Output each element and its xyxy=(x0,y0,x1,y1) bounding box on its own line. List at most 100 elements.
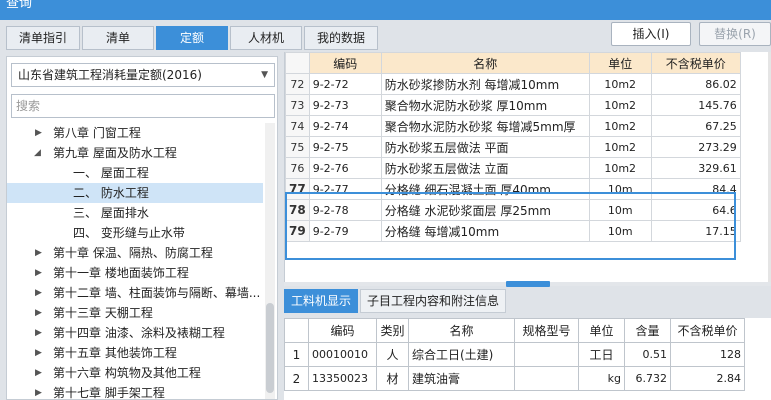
expand-arrow-icon[interactable]: ▶ xyxy=(35,383,42,400)
tree-item[interactable]: ▶ 第十三章 天棚工程 xyxy=(7,303,263,323)
expand-arrow-icon[interactable]: ▶ xyxy=(35,123,42,143)
tree-scrollbar[interactable] xyxy=(265,123,275,399)
unit-cell: 10m2 xyxy=(588,94,652,116)
insert-button[interactable]: 插入(I) xyxy=(611,22,691,46)
expand-arrow-icon[interactable]: ▶ xyxy=(35,343,42,363)
left-panel: 山东省建筑工程消耗量定额(2016) ▼ ▶第八章 门窗工程 ◢第九章 屋面及防… xyxy=(6,56,278,400)
table-row-selected[interactable]: 77 9-2-77 分格缝 细石混凝土面 厚40mm 10m 84.4 xyxy=(285,178,741,200)
window-titlebar: 查询 xyxy=(0,0,771,20)
expand-arrow-icon[interactable]: ▶ xyxy=(35,363,42,383)
expand-arrow-icon[interactable]: ▶ xyxy=(35,243,42,263)
spec-cell xyxy=(514,342,579,367)
spec-cell xyxy=(514,366,579,391)
name-cell: 分格缝 水泥砂浆面层 厚25mm xyxy=(380,199,590,221)
price-cell: 128 xyxy=(670,342,745,367)
table-row[interactable]: 74 9-2-74 聚合物水泥防水砂浆 每增减5mm厚 10m2 67.25 xyxy=(285,115,741,137)
name-cell: 防水砂浆五层做法 平面 xyxy=(380,136,590,158)
tree-item[interactable]: ▶ 第十二章 墙、柱面装饰与隔断、幕墙... xyxy=(7,283,263,303)
table-row[interactable]: 73 9-2-73 聚合物水泥防水砂浆 厚10mm 10m2 145.76 xyxy=(285,94,741,116)
quantity-cell: 0.51 xyxy=(624,342,671,367)
window-title: 查询 xyxy=(6,0,33,11)
tab-resources[interactable]: 人材机 xyxy=(230,26,303,50)
category-tabs: 清单指引 清单 定额 人材机 我的数据 xyxy=(6,26,379,50)
expand-arrow-icon[interactable]: ▶ xyxy=(35,283,42,303)
code-cell: 9-2-78 xyxy=(308,199,382,221)
table-row[interactable]: 1 00010010 人 综合工日(土建) 工日 0.51 128 xyxy=(284,342,745,367)
column-header[interactable]: 编码 xyxy=(308,318,377,343)
price-cell: 273.29 xyxy=(650,136,741,158)
row-number: 2 xyxy=(284,366,309,391)
column-header[interactable]: 编码 xyxy=(308,52,382,74)
table-row-selected[interactable]: 79 9-2-79 分格缝 每增减10mm 10m 17.15 xyxy=(285,220,741,242)
tree-item[interactable]: 一、 屋面工程 xyxy=(7,163,263,183)
table-row[interactable]: 75 9-2-75 防水砂浆五层做法 平面 10m2 273.29 xyxy=(285,136,741,158)
code-cell: 13350023 xyxy=(308,366,377,391)
table-row-selected[interactable]: 78 9-2-78 分格缝 水泥砂浆面层 厚25mm 10m 64.6 xyxy=(285,199,741,221)
column-header[interactable]: 名称 xyxy=(408,318,515,343)
table-row[interactable]: 72 9-2-72 防水砂浆掺防水剂 每增减10mm 10m2 86.02 xyxy=(285,73,741,95)
code-cell: 9-2-76 xyxy=(308,157,382,179)
collapse-arrow-icon[interactable]: ◢ xyxy=(34,143,41,163)
column-header[interactable]: 名称 xyxy=(380,52,590,74)
row-number: 72 xyxy=(285,73,310,95)
column-header[interactable]: 规格型号 xyxy=(514,318,579,343)
table-row[interactable]: 76 9-2-76 防水砂浆五层做法 立面 10m2 329.61 xyxy=(285,157,741,179)
tab-work-content-notes[interactable]: 子目工程内容和附注信息 xyxy=(360,289,507,313)
search-input[interactable] xyxy=(11,94,275,118)
tree-item[interactable]: ▶ 第十四章 油漆、涂料及裱糊工程 xyxy=(7,323,263,343)
scrollbar-thumb[interactable] xyxy=(266,303,274,393)
quota-library-select[interactable]: 山东省建筑工程消耗量定额(2016) ▼ xyxy=(11,63,275,87)
code-cell: 9-2-75 xyxy=(308,136,382,158)
quota-grid: 编码 名称 单位 不含税单价 72 9-2-72 防水砂浆掺防水剂 每增减10m… xyxy=(284,52,771,282)
tree-item-selected[interactable]: 二、 防水工程 xyxy=(7,183,263,203)
column-header[interactable]: 类别 xyxy=(376,318,409,343)
expand-arrow-icon[interactable]: ▶ xyxy=(35,323,42,343)
column-header[interactable]: 单位 xyxy=(588,52,652,74)
tree-item[interactable]: ▶ 第八章 门窗工程 xyxy=(7,123,263,143)
tree-item[interactable]: ▶ 第十七章 脚手架工程 xyxy=(7,383,263,400)
price-cell: 67.25 xyxy=(650,115,741,137)
type-cell: 材 xyxy=(376,366,409,391)
code-cell: 9-2-72 xyxy=(308,73,382,95)
tab-my-data[interactable]: 我的数据 xyxy=(304,26,379,50)
price-cell: 84.4 xyxy=(650,178,741,200)
name-cell: 防水砂浆掺防水剂 每增减10mm xyxy=(380,73,590,95)
tree-item[interactable]: ▶ 第十一章 楼地面装饰工程 xyxy=(7,263,263,283)
row-number: 75 xyxy=(285,136,310,158)
column-header[interactable]: 不含税单价 xyxy=(650,52,741,74)
table-row[interactable]: 2 13350023 材 建筑油膏 kg 6.732 2.84 xyxy=(284,366,745,391)
unit-cell: 10m2 xyxy=(588,136,652,158)
price-cell: 64.6 xyxy=(650,199,741,221)
unit-cell: kg xyxy=(578,366,625,391)
row-number: 77 xyxy=(285,178,310,200)
detail-tabs: 工料机显示 子目工程内容和附注信息 xyxy=(284,289,507,313)
code-cell: 00010010 xyxy=(308,342,377,367)
tree-item[interactable]: 三、 屋面排水 xyxy=(7,203,263,223)
column-header[interactable]: 含量 xyxy=(624,318,671,343)
tab-list-guide[interactable]: 清单指引 xyxy=(6,26,81,50)
type-cell: 人 xyxy=(376,342,409,367)
tab-resource-display[interactable]: 工料机显示 xyxy=(284,289,359,313)
resource-grid: 编码 类别 名称 规格型号 单位 含量 不含税单价 1 00010010 人 综… xyxy=(284,318,771,400)
replace-button[interactable]: 替换(R) xyxy=(699,22,771,46)
splitter-grip[interactable] xyxy=(506,281,550,287)
column-header[interactable]: 单位 xyxy=(578,318,625,343)
tab-quota[interactable]: 定额 xyxy=(156,26,229,50)
tree-item[interactable]: ◢ 第九章 屋面及防水工程 xyxy=(7,143,263,163)
expand-arrow-icon[interactable]: ▶ xyxy=(35,303,42,323)
price-cell: 145.76 xyxy=(650,94,741,116)
tree-item[interactable]: ▶ 第十五章 其他装饰工程 xyxy=(7,343,263,363)
unit-cell: 工日 xyxy=(578,342,625,367)
resource-header-row: 编码 类别 名称 规格型号 单位 含量 不含税单价 xyxy=(284,318,745,343)
tree-item[interactable]: ▶ 第十六章 构筑物及其他工程 xyxy=(7,363,263,383)
expand-arrow-icon[interactable]: ▶ xyxy=(35,263,42,283)
tree-item[interactable]: 四、 变形缝与止水带 xyxy=(7,223,263,243)
unit-cell: 10m2 xyxy=(588,73,652,95)
tab-list[interactable]: 清单 xyxy=(82,26,155,50)
panel-splitter[interactable] xyxy=(284,281,771,287)
unit-cell: 10m xyxy=(588,220,652,242)
tree-item[interactable]: ▶ 第十章 保温、隔热、防腐工程 xyxy=(7,243,263,263)
name-cell: 防水砂浆五层做法 立面 xyxy=(380,157,590,179)
price-cell: 329.61 xyxy=(650,157,741,179)
column-header[interactable]: 不含税单价 xyxy=(670,318,745,343)
